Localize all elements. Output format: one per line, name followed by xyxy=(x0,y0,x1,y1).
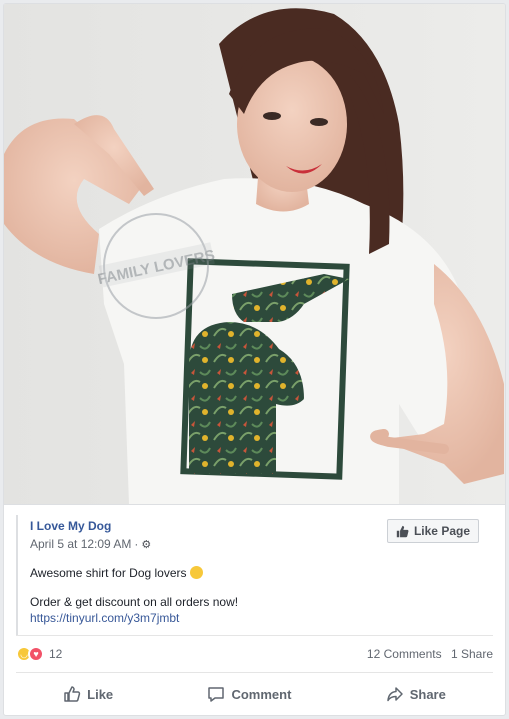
post-stats-bar: ◡ ♥ 12 12 Comments 1 Share xyxy=(16,635,493,673)
post-text-line1: Awesome shirt for Dog lovers xyxy=(30,566,187,580)
comment-button[interactable]: Comment xyxy=(207,685,291,703)
page-name-link[interactable]: I Love My Dog xyxy=(30,519,111,533)
love-reaction-icon: ♥ xyxy=(28,646,44,662)
laughing-emoji-icon xyxy=(189,566,203,579)
comments-count-link[interactable]: 12 Comments xyxy=(367,647,442,661)
thumbs-up-icon xyxy=(396,525,409,537)
share-arrow-icon xyxy=(386,687,403,702)
like-button[interactable]: Like xyxy=(63,685,113,703)
like-page-button[interactable]: Like Page xyxy=(386,519,479,543)
comment-label: Comment xyxy=(231,686,292,702)
woman-tshirt-photo: FAMILY LOVERS xyxy=(4,4,505,504)
post-photo[interactable]: FAMILY LOVERS xyxy=(4,4,505,504)
share-label: Share xyxy=(409,686,446,702)
post-attachment: I Love My Dog April 5 at 12:09 AM · ⚙ Li… xyxy=(4,504,505,635)
post-text-line2: Order & get discount on all orders now! xyxy=(30,595,239,609)
post-timestamp[interactable]: April 5 at 12:09 AM xyxy=(30,537,131,551)
post-text: Awesome shirt for Dog lovers Order & get… xyxy=(30,565,238,639)
like-label: Like xyxy=(87,686,114,702)
comment-icon xyxy=(208,687,225,702)
reaction-count: 12 xyxy=(49,647,63,661)
reactions-summary[interactable]: ◡ ♥ 12 xyxy=(16,646,62,662)
engagement-counts: 12 Comments 1 Share xyxy=(361,647,493,661)
post-actions-bar: Like Comment Share xyxy=(16,674,493,714)
share-button[interactable]: Share xyxy=(386,685,446,703)
shares-count-link[interactable]: 1 Share xyxy=(451,647,493,661)
post-meta: April 5 at 12:09 AM · ⚙ xyxy=(30,537,151,551)
meta-separator: · xyxy=(134,537,139,551)
facebook-post-card: FAMILY LOVERS I Love My Dog April 5 at 1… xyxy=(3,3,506,716)
thumbs-up-icon xyxy=(64,686,81,702)
gear-icon[interactable]: ⚙ xyxy=(141,538,151,551)
post-link[interactable]: https://tinyurl.com/y3m7jmbt xyxy=(30,610,238,626)
like-page-label: Like Page xyxy=(413,524,470,538)
